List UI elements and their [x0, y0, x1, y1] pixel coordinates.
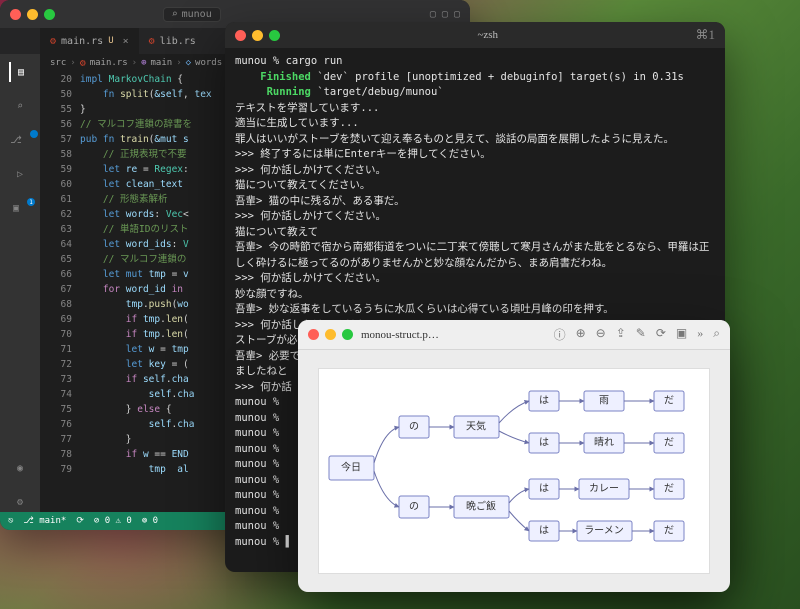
- minimize-window[interactable]: [325, 329, 336, 340]
- tab-lib-rs[interactable]: ⚙ lib.rs: [139, 28, 206, 54]
- branch-indicator[interactable]: ⎇ main*: [23, 516, 66, 526]
- rotate-icon[interactable]: ⟳: [656, 326, 666, 343]
- zoom-window[interactable]: [269, 30, 280, 41]
- terminal-titlebar: ~zsh ⌘1: [225, 22, 725, 48]
- node-no: の: [409, 421, 419, 432]
- node-hare: 晴れ: [594, 435, 614, 448]
- tab-label: main.rs: [61, 36, 103, 47]
- sync-icon[interactable]: ⟳: [76, 516, 84, 526]
- crop-icon[interactable]: ▣: [676, 326, 687, 343]
- ext-badge: 1: [27, 198, 35, 206]
- node-wa: は: [539, 524, 549, 536]
- settings-gear-icon[interactable]: ⚙: [10, 492, 30, 512]
- window-controls: [10, 9, 55, 20]
- window-controls: [308, 329, 353, 340]
- terminal-shortcut-hint: ⌘1: [696, 27, 716, 43]
- node-curry: カレー: [589, 482, 619, 494]
- line-numbers: 2050555657585960616263646566676869707172…: [40, 72, 80, 512]
- zoom-in-icon[interactable]: ⊕: [576, 326, 586, 343]
- problems[interactable]: ⊘ 0 ⚠ 0: [94, 516, 132, 526]
- minimize-window[interactable]: [252, 30, 263, 41]
- close-icon[interactable]: ×: [123, 36, 129, 47]
- activity-bar: ▤ ⌕ ⎇ ▷ ▣1 ◉ ⚙: [0, 54, 40, 512]
- accounts-icon[interactable]: ◉: [10, 458, 30, 478]
- info-icon[interactable]: ⓘ: [554, 326, 566, 343]
- node-kyou: 今日: [341, 460, 361, 473]
- window-controls: [235, 30, 280, 41]
- node-da: だ: [664, 436, 674, 448]
- preview-window: monou-struct.p… ⓘ ⊕ ⊖ ⇪ ✎ ⟳ ▣ » ⌕ 今日 の の…: [298, 320, 730, 592]
- markup-icon[interactable]: ✎: [636, 326, 646, 343]
- source-control-icon[interactable]: ⎇: [10, 130, 30, 150]
- run-debug-icon[interactable]: ▷: [10, 164, 30, 184]
- preview-toolbar: ⓘ ⊕ ⊖ ⇪ ✎ ⟳ ▣ » ⌕: [554, 326, 720, 343]
- node-wa: は: [539, 394, 549, 406]
- node-wa: は: [539, 482, 549, 494]
- search-icon: ⌕: [172, 9, 178, 20]
- node-da: だ: [664, 482, 674, 494]
- close-window[interactable]: [235, 30, 246, 41]
- more-icon[interactable]: »: [697, 326, 703, 343]
- node-ame: 雨: [599, 395, 609, 406]
- rust-icon: ⚙: [149, 36, 155, 47]
- search-icon[interactable]: ⌕: [713, 326, 720, 343]
- scm-badge: [30, 130, 38, 138]
- node-bangohan: 晩ご飯: [466, 499, 496, 512]
- tab-label: lib.rs: [160, 36, 196, 47]
- node-tenki: 天気: [466, 419, 486, 432]
- extensions-icon[interactable]: ▣1: [10, 198, 30, 218]
- radio-icon[interactable]: ⊚ 0: [142, 516, 158, 526]
- tab-main-rs[interactable]: ⚙ main.rs U ×: [40, 28, 139, 54]
- zoom-window[interactable]: [342, 329, 353, 340]
- close-window[interactable]: [308, 329, 319, 340]
- search-text: munou: [182, 9, 212, 20]
- command-center[interactable]: ⌕ munou: [163, 7, 221, 22]
- zoom-out-icon[interactable]: ⊖: [596, 326, 606, 343]
- search-icon[interactable]: ⌕: [10, 96, 30, 116]
- zoom-window[interactable]: [44, 9, 55, 20]
- minimize-window[interactable]: [27, 9, 38, 20]
- breadcrumb-seg[interactable]: main: [151, 58, 173, 68]
- preview-filename: monou-struct.p…: [361, 329, 439, 341]
- rust-icon: ⚙: [80, 58, 86, 69]
- share-icon[interactable]: ⇪: [616, 326, 626, 343]
- breadcrumb-seg[interactable]: main.rs: [90, 58, 128, 68]
- close-window[interactable]: [10, 9, 21, 20]
- preview-titlebar: monou-struct.p… ⓘ ⊕ ⊖ ⇪ ✎ ⟳ ▣ » ⌕: [298, 320, 730, 350]
- modified-indicator: U: [108, 36, 113, 46]
- breadcrumb-seg[interactable]: words: [195, 58, 222, 68]
- remote-indicator[interactable]: ⎋: [8, 516, 13, 526]
- node-da: だ: [664, 394, 674, 406]
- node-da: だ: [664, 524, 674, 536]
- diagram-canvas[interactable]: 今日 の の 天気 晩ご飯 は は は は 雨 晴れ カレー ラーメン だ だ …: [318, 368, 710, 574]
- breadcrumb-seg[interactable]: src: [50, 58, 66, 68]
- rust-icon: ⚙: [50, 36, 56, 47]
- node-wa: は: [539, 436, 549, 448]
- node-ramen: ラーメン: [584, 524, 624, 536]
- node-no: の: [409, 501, 419, 512]
- explorer-icon[interactable]: ▤: [9, 62, 29, 82]
- terminal-title: ~zsh: [477, 29, 498, 41]
